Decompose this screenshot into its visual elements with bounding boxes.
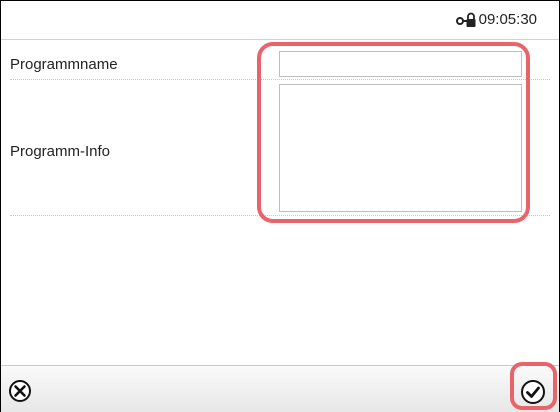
program-info-label: Programm-Info [10,143,111,160]
program-name-input[interactable] [279,51,522,77]
program-name-label: Programmname [10,56,118,73]
status-clock: 09:05:30 [455,11,537,28]
cancel-circle-x-icon [9,380,31,402]
status-bar: 09:05:30 [1,1,559,40]
bottom-bar [1,365,559,412]
row-divider [10,79,550,80]
confirm-circle-check-icon [521,380,545,404]
row-divider [10,215,550,216]
device-screen: 09:05:30 Programmname Programm-Info [0,0,560,412]
padlock-key-icon [455,12,476,28]
program-info-textarea[interactable] [279,84,522,212]
clock-time: 09:05:30 [478,11,537,28]
cancel-button[interactable] [8,379,32,403]
confirm-button[interactable] [520,379,546,405]
